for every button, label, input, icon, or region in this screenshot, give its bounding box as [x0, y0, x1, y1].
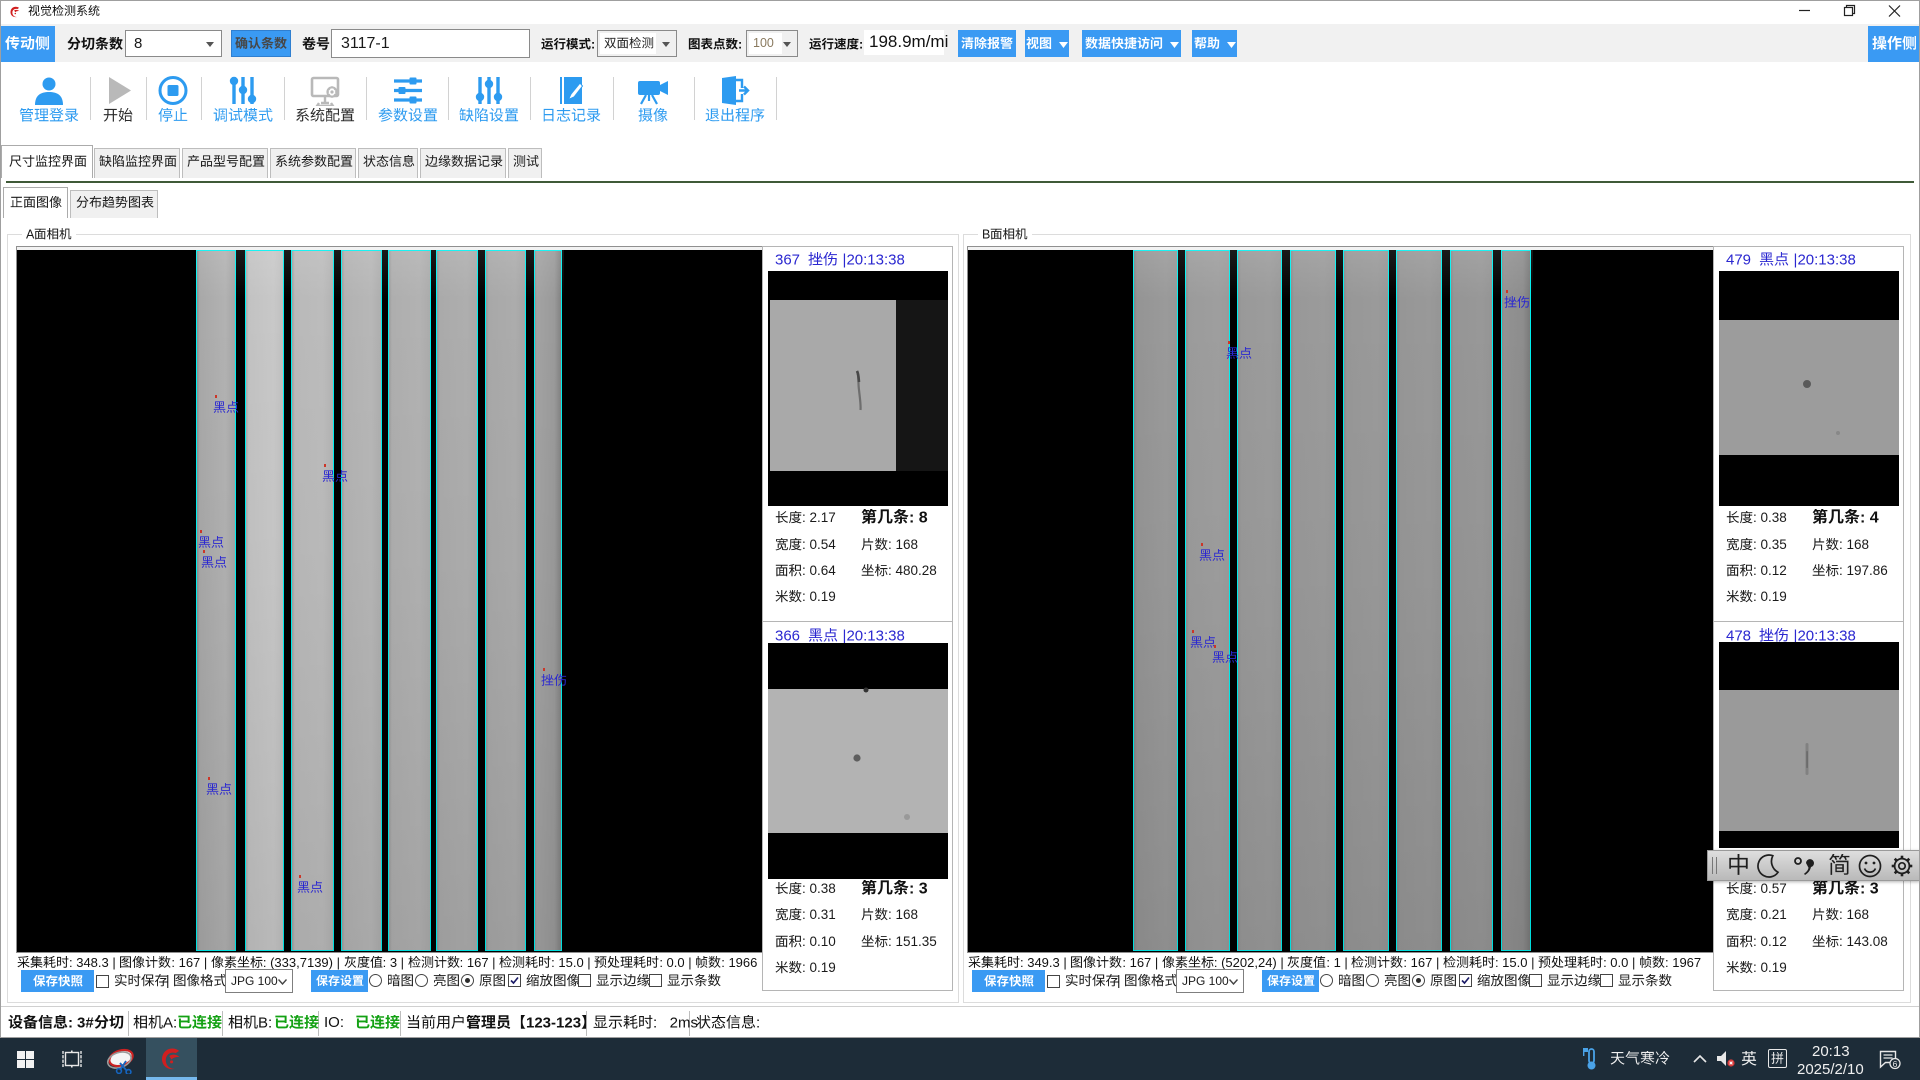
svg-text:6: 6 [1893, 1059, 1898, 1069]
